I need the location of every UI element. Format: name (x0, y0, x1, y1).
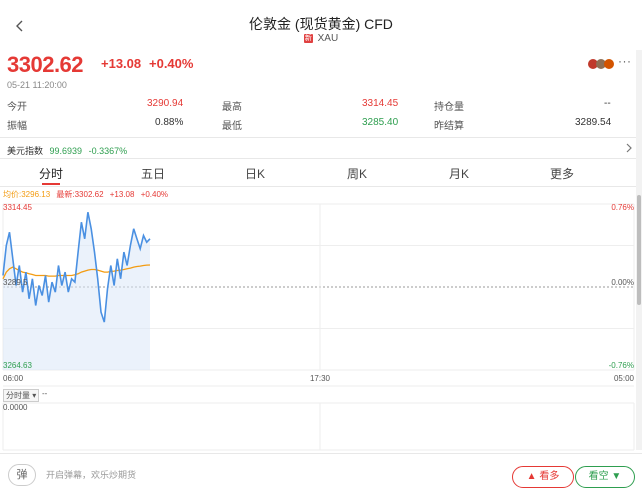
symbol-subtitle: 新 XAU (0, 33, 642, 44)
pct-label-top: 0.76% (611, 203, 634, 212)
y-label-mid: 3289.5 (3, 278, 28, 287)
price-area-fill (3, 212, 150, 370)
divider (0, 186, 636, 187)
quote-time: 05-21 11:20:00 (7, 80, 67, 90)
chart-tabs: 分时 五日 日K 周K 月K 更多 (0, 161, 636, 185)
bottom-bar: 弹 开启弹幕，欢乐炒期货 ▲ 看多 看空 ▼ (0, 453, 642, 495)
symbol-code: XAU (317, 33, 339, 44)
stat-value-open-interest: -- (604, 98, 611, 109)
usd-index-change: -0.3367% (88, 146, 128, 156)
pct-label-bottom: -0.76% (609, 361, 634, 370)
header: 伦敦金 (现货黄金) CFD 新 XAU (0, 0, 642, 50)
tab-month-k[interactable]: 月K (429, 165, 489, 182)
intraday-chart[interactable]: 3314.45 3289.5 3264.63 0.76% 0.00% -0.76… (0, 200, 636, 452)
page-title: 伦敦金 (现货黄金) CFD (249, 16, 393, 32)
tab-day-k[interactable]: 日K (225, 165, 285, 182)
stat-label-amplitude: 振幅 (7, 121, 27, 132)
tab-more[interactable]: 更多 (532, 165, 592, 182)
danmu-prompt[interactable]: 开启弹幕，欢乐炒期货 (46, 468, 136, 481)
stat-label-low: 最低 (222, 121, 242, 132)
price-change: +13.08 (101, 56, 142, 71)
chart-legend: 均价:3296.13 最新:3302.62 +13.08 +0.40% (3, 189, 168, 200)
x-label-end: 05:00 (614, 374, 635, 383)
volume-axis-value: 0.0000 (3, 403, 28, 412)
stat-label-high: 最高 (222, 102, 242, 113)
legend-pct: +0.40% (140, 190, 169, 199)
active-tab-indicator (42, 183, 60, 185)
pct-label-mid: 0.00% (611, 278, 634, 287)
more-options-icon[interactable]: ··· (618, 54, 632, 68)
legend-latest: 最新:3302.62 (56, 190, 104, 199)
usd-index-row[interactable]: 美元指数 99.6939 -0.3367% (7, 144, 127, 157)
danmu-toggle-icon[interactable]: 弹 (8, 464, 36, 486)
stats-row: 今开 3290.94 最高 3314.45 持仓量 -- (0, 96, 642, 115)
divider (0, 158, 636, 159)
x-label-mid: 17:30 (310, 374, 331, 383)
stat-label-prev-settle: 昨结算 (434, 121, 464, 132)
tab-five-day[interactable]: 五日 (123, 165, 183, 182)
bearish-label: 看空 (588, 471, 609, 482)
stat-label-open-interest: 持仓量 (434, 102, 464, 113)
legend-avg: 均价:3296.13 (3, 190, 51, 199)
stat-value-open: 3290.94 (147, 98, 184, 109)
price-row: 3302.62 +13.08 +0.40% ··· (0, 52, 642, 77)
y-label-top: 3314.45 (3, 203, 32, 212)
divider (0, 137, 636, 138)
y-label-bottom: 3264.63 (3, 361, 32, 370)
stat-value-high: 3314.45 (362, 98, 399, 109)
stat-value-prev-settle: 3289.54 (575, 117, 612, 128)
tab-week-k[interactable]: 周K (327, 165, 387, 182)
usd-index-value: 99.6939 (49, 146, 83, 156)
legend-change: +13.08 (109, 190, 135, 199)
stats-row: 振幅 0.88% 最低 3285.40 昨结算 3289.54 (0, 115, 642, 134)
bullish-button[interactable]: ▲ 看多 (512, 466, 574, 488)
chevron-right-icon[interactable] (625, 143, 633, 153)
stats-grid: 今开 3290.94 最高 3314.45 持仓量 -- 振幅 0.88% 最低… (0, 96, 642, 134)
volume-selector[interactable]: 分时量 ▾ (3, 389, 40, 402)
user-avatars-icon[interactable] (588, 57, 622, 71)
volume-label: 分时量 (6, 391, 30, 400)
bearish-button[interactable]: 看空 ▼ (575, 466, 635, 488)
scrollbar[interactable] (636, 50, 642, 450)
stat-label-open: 今开 (7, 102, 27, 113)
volume-value: -- (42, 389, 48, 398)
bullish-label: 看多 (539, 471, 560, 482)
tab-intraday[interactable]: 分时 (21, 165, 81, 182)
scrollbar-thumb[interactable] (637, 195, 641, 305)
usd-index-label: 美元指数 (7, 146, 44, 156)
stat-value-low: 3285.40 (362, 117, 399, 128)
x-label-start: 06:00 (3, 374, 24, 383)
price-change-pct: +0.40% (149, 56, 194, 71)
stat-value-amplitude: 0.88% (155, 117, 184, 128)
new-badge: 新 (303, 34, 313, 43)
last-price: 3302.62 (7, 52, 84, 77)
